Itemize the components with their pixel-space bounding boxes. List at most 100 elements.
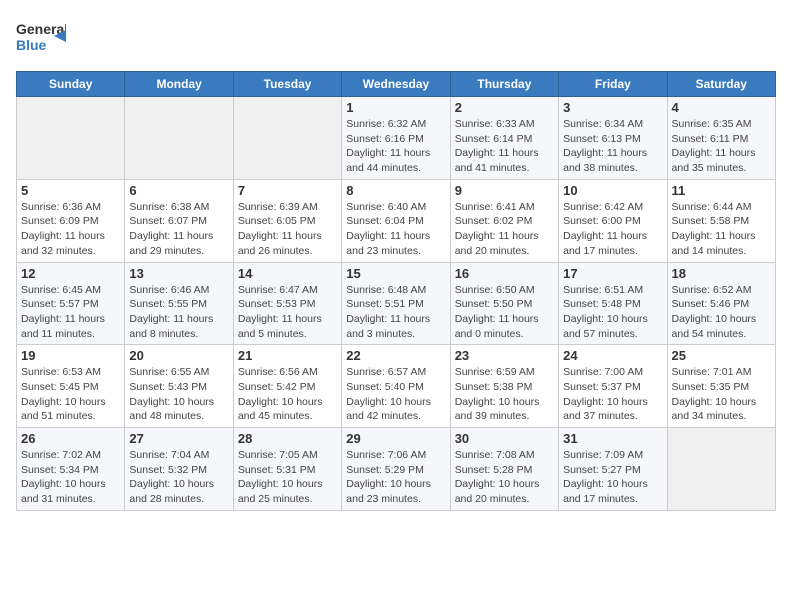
day-info: Sunrise: 6:38 AM Sunset: 6:07 PM Dayligh… <box>129 200 228 259</box>
logo: General Blue <box>16 16 66 61</box>
day-number: 12 <box>21 266 120 281</box>
day-number: 9 <box>455 183 554 198</box>
day-info: Sunrise: 6:40 AM Sunset: 6:04 PM Dayligh… <box>346 200 445 259</box>
day-info: Sunrise: 7:00 AM Sunset: 5:37 PM Dayligh… <box>563 365 662 424</box>
calendar-cell: 18Sunrise: 6:52 AM Sunset: 5:46 PM Dayli… <box>667 262 775 345</box>
day-info: Sunrise: 6:41 AM Sunset: 6:02 PM Dayligh… <box>455 200 554 259</box>
calendar-cell: 24Sunrise: 7:00 AM Sunset: 5:37 PM Dayli… <box>559 345 667 428</box>
day-number: 3 <box>563 100 662 115</box>
day-info: Sunrise: 6:42 AM Sunset: 6:00 PM Dayligh… <box>563 200 662 259</box>
day-number: 7 <box>238 183 337 198</box>
day-info: Sunrise: 6:48 AM Sunset: 5:51 PM Dayligh… <box>346 283 445 342</box>
day-info: Sunrise: 6:59 AM Sunset: 5:38 PM Dayligh… <box>455 365 554 424</box>
calendar-cell: 26Sunrise: 7:02 AM Sunset: 5:34 PM Dayli… <box>17 428 125 511</box>
day-number: 31 <box>563 431 662 446</box>
day-info: Sunrise: 6:32 AM Sunset: 6:16 PM Dayligh… <box>346 117 445 176</box>
weekday-header-saturday: Saturday <box>667 72 775 97</box>
day-info: Sunrise: 6:47 AM Sunset: 5:53 PM Dayligh… <box>238 283 337 342</box>
day-info: Sunrise: 7:05 AM Sunset: 5:31 PM Dayligh… <box>238 448 337 507</box>
calendar-cell: 5 Sunrise: 6:36 AM Sunset: 6:09 PM Daylig… <box>17 179 125 262</box>
day-info: Sunrise: 6:56 AM Sunset: 5:42 PM Dayligh… <box>238 365 337 424</box>
day-info: Sunrise: 6:39 AM Sunset: 6:05 PM Dayligh… <box>238 200 337 259</box>
calendar-cell: 10 Sunrise: 6:42 AM Sunset: 6:00 PM Dayli… <box>559 179 667 262</box>
calendar-cell: 8 Sunrise: 6:40 AM Sunset: 6:04 PM Daylig… <box>342 179 450 262</box>
calendar-week-4: 19 Sunrise: 6:53 AM Sunset: 5:45 PM Dayli… <box>17 345 776 428</box>
calendar-cell <box>125 97 233 180</box>
day-number: 21 <box>238 348 337 363</box>
weekday-header-friday: Friday <box>559 72 667 97</box>
calendar-cell: 19 Sunrise: 6:53 AM Sunset: 5:45 PM Dayli… <box>17 345 125 428</box>
calendar-cell: 16Sunrise: 6:50 AM Sunset: 5:50 PM Dayli… <box>450 262 558 345</box>
calendar-cell: 15 Sunrise: 6:48 AM Sunset: 5:51 PM Dayli… <box>342 262 450 345</box>
day-number: 25 <box>672 348 771 363</box>
calendar-cell: 12 Sunrise: 6:45 AM Sunset: 5:57 PM Dayli… <box>17 262 125 345</box>
calendar-cell: 1 Sunrise: 6:32 AM Sunset: 6:16 PM Daylig… <box>342 97 450 180</box>
calendar-cell: 14Sunrise: 6:47 AM Sunset: 5:53 PM Dayli… <box>233 262 341 345</box>
day-info: Sunrise: 6:51 AM Sunset: 5:48 PM Dayligh… <box>563 283 662 342</box>
weekday-header-row: SundayMondayTuesdayWednesdayThursdayFrid… <box>17 72 776 97</box>
page-header: General Blue <box>16 16 776 61</box>
calendar-cell: 11 Sunrise: 6:44 AM Sunset: 5:58 PM Dayli… <box>667 179 775 262</box>
calendar-week-3: 12 Sunrise: 6:45 AM Sunset: 5:57 PM Dayli… <box>17 262 776 345</box>
calendar-cell: 21 Sunrise: 6:56 AM Sunset: 5:42 PM Dayli… <box>233 345 341 428</box>
day-number: 11 <box>672 183 771 198</box>
calendar-cell: 13 Sunrise: 6:46 AM Sunset: 5:55 PM Dayli… <box>125 262 233 345</box>
day-info: Sunrise: 7:01 AM Sunset: 5:35 PM Dayligh… <box>672 365 771 424</box>
day-info: Sunrise: 6:44 AM Sunset: 5:58 PM Dayligh… <box>672 200 771 259</box>
logo-icon: General Blue <box>16 16 66 61</box>
day-info: Sunrise: 7:02 AM Sunset: 5:34 PM Dayligh… <box>21 448 120 507</box>
day-info: Sunrise: 6:45 AM Sunset: 5:57 PM Dayligh… <box>21 283 120 342</box>
calendar-cell <box>233 97 341 180</box>
calendar-cell: 31 Sunrise: 7:09 AM Sunset: 5:27 PM Dayli… <box>559 428 667 511</box>
calendar-table: SundayMondayTuesdayWednesdayThursdayFrid… <box>16 71 776 511</box>
day-info: Sunrise: 7:08 AM Sunset: 5:28 PM Dayligh… <box>455 448 554 507</box>
day-number: 5 <box>21 183 120 198</box>
day-info: Sunrise: 6:52 AM Sunset: 5:46 PM Dayligh… <box>672 283 771 342</box>
weekday-header-tuesday: Tuesday <box>233 72 341 97</box>
day-number: 13 <box>129 266 228 281</box>
day-info: Sunrise: 6:46 AM Sunset: 5:55 PM Dayligh… <box>129 283 228 342</box>
day-number: 27 <box>129 431 228 446</box>
calendar-cell: 25 Sunrise: 7:01 AM Sunset: 5:35 PM Dayli… <box>667 345 775 428</box>
day-number: 28 <box>238 431 337 446</box>
calendar-cell: 4 Sunrise: 6:35 AM Sunset: 6:11 PM Daylig… <box>667 97 775 180</box>
day-number: 15 <box>346 266 445 281</box>
weekday-header-wednesday: Wednesday <box>342 72 450 97</box>
svg-text:Blue: Blue <box>16 37 47 53</box>
calendar-cell: 7 Sunrise: 6:39 AM Sunset: 6:05 PM Daylig… <box>233 179 341 262</box>
calendar-cell: 6 Sunrise: 6:38 AM Sunset: 6:07 PM Daylig… <box>125 179 233 262</box>
weekday-header-monday: Monday <box>125 72 233 97</box>
day-number: 29 <box>346 431 445 446</box>
calendar-cell: 20 Sunrise: 6:55 AM Sunset: 5:43 PM Dayli… <box>125 345 233 428</box>
day-number: 8 <box>346 183 445 198</box>
day-number: 20 <box>129 348 228 363</box>
day-number: 10 <box>563 183 662 198</box>
calendar-body: 1 Sunrise: 6:32 AM Sunset: 6:16 PM Daylig… <box>17 97 776 511</box>
day-info: Sunrise: 6:55 AM Sunset: 5:43 PM Dayligh… <box>129 365 228 424</box>
day-info: Sunrise: 6:50 AM Sunset: 5:50 PM Dayligh… <box>455 283 554 342</box>
day-number: 1 <box>346 100 445 115</box>
calendar-cell: 27Sunrise: 7:04 AM Sunset: 5:32 PM Dayli… <box>125 428 233 511</box>
calendar-week-5: 26Sunrise: 7:02 AM Sunset: 5:34 PM Dayli… <box>17 428 776 511</box>
day-info: Sunrise: 6:57 AM Sunset: 5:40 PM Dayligh… <box>346 365 445 424</box>
day-number: 22 <box>346 348 445 363</box>
day-info: Sunrise: 6:34 AM Sunset: 6:13 PM Dayligh… <box>563 117 662 176</box>
day-info: Sunrise: 6:33 AM Sunset: 6:14 PM Dayligh… <box>455 117 554 176</box>
day-info: Sunrise: 6:35 AM Sunset: 6:11 PM Dayligh… <box>672 117 771 176</box>
calendar-week-2: 5 Sunrise: 6:36 AM Sunset: 6:09 PM Daylig… <box>17 179 776 262</box>
day-info: Sunrise: 6:36 AM Sunset: 6:09 PM Dayligh… <box>21 200 120 259</box>
calendar-cell: 23Sunrise: 6:59 AM Sunset: 5:38 PM Dayli… <box>450 345 558 428</box>
day-number: 19 <box>21 348 120 363</box>
day-info: Sunrise: 7:09 AM Sunset: 5:27 PM Dayligh… <box>563 448 662 507</box>
weekday-header-sunday: Sunday <box>17 72 125 97</box>
day-number: 2 <box>455 100 554 115</box>
calendar-cell: 9 Sunrise: 6:41 AM Sunset: 6:02 PM Daylig… <box>450 179 558 262</box>
calendar-cell: 28 Sunrise: 7:05 AM Sunset: 5:31 PM Dayli… <box>233 428 341 511</box>
day-info: Sunrise: 6:53 AM Sunset: 5:45 PM Dayligh… <box>21 365 120 424</box>
day-number: 4 <box>672 100 771 115</box>
calendar-cell <box>17 97 125 180</box>
calendar-cell: 17Sunrise: 6:51 AM Sunset: 5:48 PM Dayli… <box>559 262 667 345</box>
day-number: 6 <box>129 183 228 198</box>
calendar-header: SundayMondayTuesdayWednesdayThursdayFrid… <box>17 72 776 97</box>
calendar-cell <box>667 428 775 511</box>
